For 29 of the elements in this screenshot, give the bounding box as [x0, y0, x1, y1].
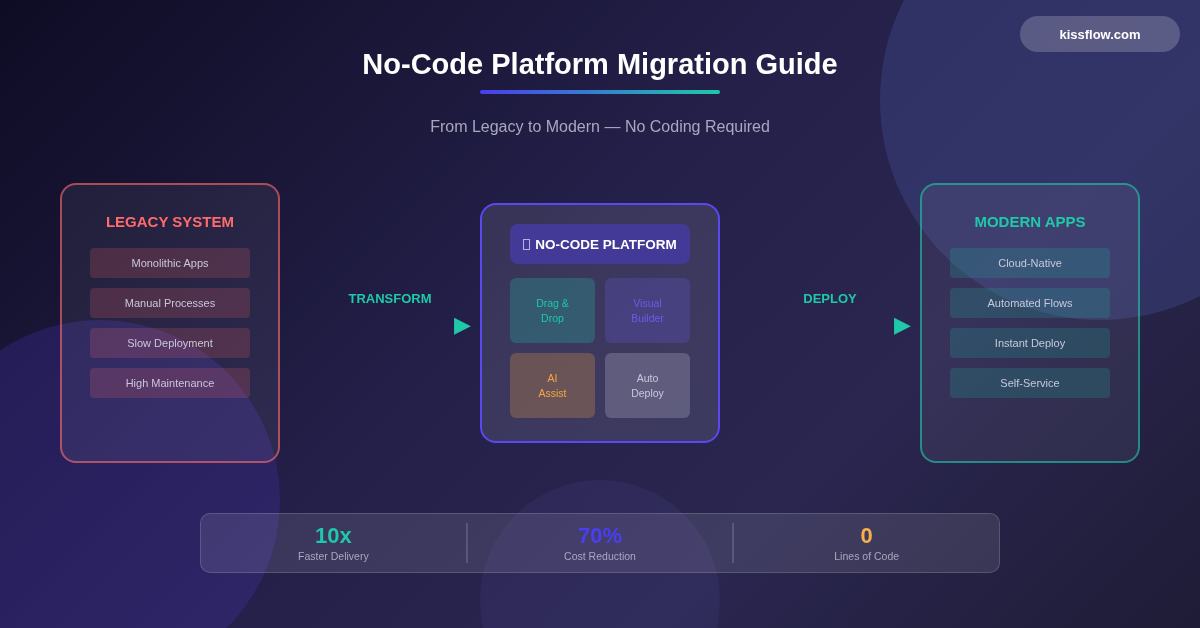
feature-item: Self-Service [950, 368, 1110, 398]
feature-item: Cloud-Native [950, 248, 1110, 278]
stat-value: 70% [578, 523, 623, 549]
stat-value: 0 [860, 523, 873, 549]
feature-item: High Maintenance [90, 368, 250, 398]
site-badge: kissflow.com [1020, 16, 1180, 52]
arrow-icon: ▶ [454, 312, 471, 338]
tile-label: Visual Builder [631, 295, 664, 326]
feature-item: Automated Flows [950, 288, 1110, 318]
tile-label: Auto Deploy [631, 370, 664, 401]
platform-title: NO-CODE PLATFORM [535, 236, 677, 252]
card-title: LEGACY SYSTEM [105, 213, 235, 230]
feature-item: Instant Deploy [950, 328, 1110, 358]
page-title: No-Code Platform Migration Guide [362, 47, 838, 82]
feature-item: Slow Deployment [90, 328, 250, 358]
arrow-icon: ▶ [894, 312, 911, 338]
tile-label: Drag & Drop [536, 295, 569, 326]
stat-label: Faster Delivery [298, 549, 369, 563]
card-title: MODERN APPS [974, 213, 1086, 230]
feature-item: Monolithic Apps [90, 248, 250, 278]
tile-label: AI Assist [538, 370, 567, 401]
stat-label: Lines of Code [834, 549, 900, 563]
step-label: DEPLOY [802, 291, 858, 306]
subtitle: From Legacy to Modern — No Coding Required [430, 117, 770, 137]
feature-item: Manual Processes [90, 288, 250, 318]
stat-value: 10x [314, 523, 352, 549]
box-icon [523, 238, 531, 250]
step-label: TRANSFORM [347, 291, 433, 306]
stat-label: Cost Reduction [564, 549, 636, 563]
